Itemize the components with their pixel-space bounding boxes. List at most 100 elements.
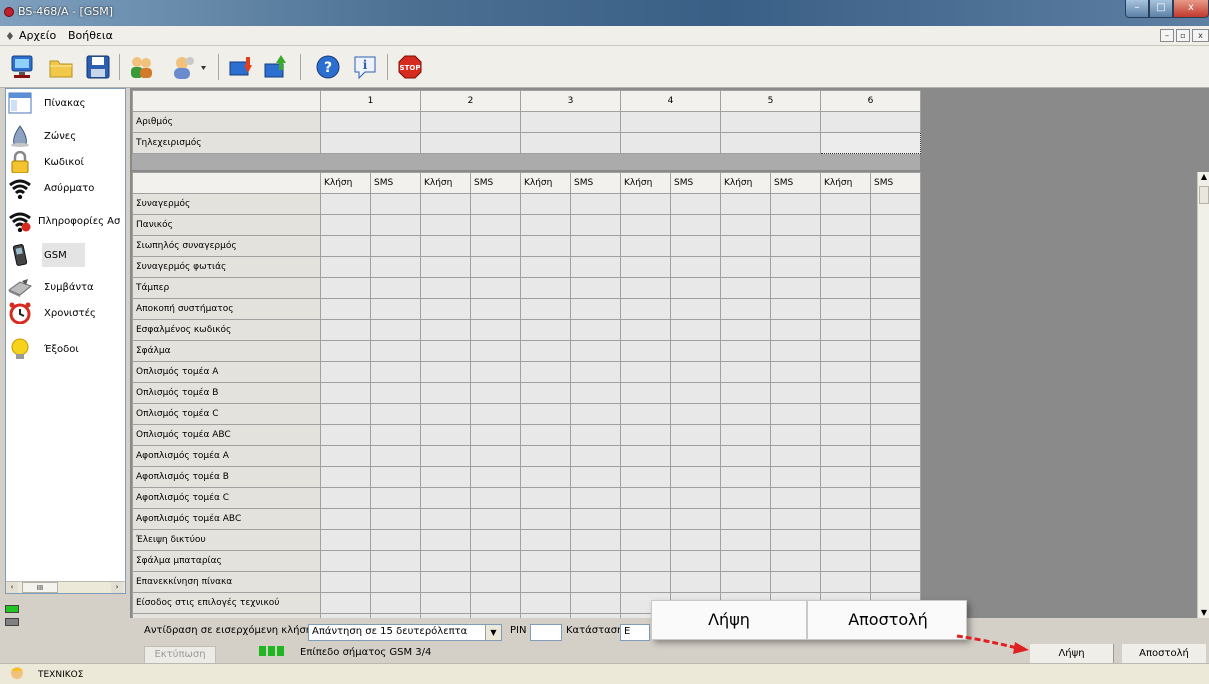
event-toggle-cell[interactable] xyxy=(520,340,571,362)
sidebar-item-wireless-info[interactable]: Πληροφορίες Ασ xyxy=(6,209,125,233)
sidebar-item-codes[interactable]: Κωδικοί xyxy=(6,150,125,174)
event-toggle-cell[interactable] xyxy=(770,487,821,509)
event-toggle-cell[interactable] xyxy=(320,592,371,614)
event-toggle-cell[interactable] xyxy=(770,298,821,320)
event-toggle-cell[interactable] xyxy=(520,319,571,341)
event-toggle-cell[interactable] xyxy=(520,550,571,572)
event-toggle-cell[interactable] xyxy=(870,508,921,530)
info-icon[interactable]: i xyxy=(351,53,379,81)
event-toggle-cell[interactable] xyxy=(320,256,371,278)
event-toggle-cell[interactable] xyxy=(570,256,621,278)
number-cell[interactable] xyxy=(320,132,421,154)
event-toggle-cell[interactable] xyxy=(770,529,821,551)
event-toggle-cell[interactable] xyxy=(870,487,921,509)
event-toggle-cell[interactable] xyxy=(370,508,421,530)
event-toggle-cell[interactable] xyxy=(470,487,521,509)
event-toggle-cell[interactable] xyxy=(720,340,771,362)
event-toggle-cell[interactable] xyxy=(820,277,871,299)
user-dropdown-icon[interactable] xyxy=(169,53,209,81)
event-toggle-cell[interactable] xyxy=(870,403,921,425)
incoming-call-select[interactable]: Απάντηση σε 15 δευτερόλεπτα ▼ xyxy=(308,624,502,641)
event-toggle-cell[interactable] xyxy=(720,424,771,446)
event-toggle-cell[interactable] xyxy=(720,466,771,488)
event-toggle-cell[interactable] xyxy=(820,550,871,572)
event-toggle-cell[interactable] xyxy=(520,445,571,467)
event-toggle-cell[interactable] xyxy=(820,361,871,383)
event-toggle-cell[interactable] xyxy=(370,193,421,215)
sidebar-item-gsm[interactable]: GSM xyxy=(6,243,125,267)
event-toggle-cell[interactable] xyxy=(620,466,671,488)
event-toggle-cell[interactable] xyxy=(320,235,371,257)
number-cell[interactable] xyxy=(520,111,621,133)
event-toggle-cell[interactable] xyxy=(520,277,571,299)
event-toggle-cell[interactable] xyxy=(470,256,521,278)
event-toggle-cell[interactable] xyxy=(420,529,471,551)
event-toggle-cell[interactable] xyxy=(370,487,421,509)
event-toggle-cell[interactable] xyxy=(570,424,621,446)
number-cell[interactable] xyxy=(420,111,521,133)
event-toggle-cell[interactable] xyxy=(520,466,571,488)
print-button[interactable]: Εκτύπωση xyxy=(144,646,216,664)
event-toggle-cell[interactable] xyxy=(470,424,521,446)
event-toggle-cell[interactable] xyxy=(370,340,421,362)
event-toggle-cell[interactable] xyxy=(620,361,671,383)
event-toggle-cell[interactable] xyxy=(570,403,621,425)
event-toggle-cell[interactable] xyxy=(820,445,871,467)
event-toggle-cell[interactable] xyxy=(420,403,471,425)
event-toggle-cell[interactable] xyxy=(820,256,871,278)
event-toggle-cell[interactable] xyxy=(420,235,471,257)
event-toggle-cell[interactable] xyxy=(370,277,421,299)
mdi-close-button[interactable]: x xyxy=(1192,29,1209,42)
event-toggle-cell[interactable] xyxy=(870,571,921,593)
event-toggle-cell[interactable] xyxy=(870,550,921,572)
event-toggle-cell[interactable] xyxy=(570,487,621,509)
mdi-restore-button[interactable]: ▫ xyxy=(1176,29,1190,42)
event-toggle-cell[interactable] xyxy=(720,277,771,299)
event-toggle-cell[interactable] xyxy=(320,445,371,467)
event-toggle-cell[interactable] xyxy=(670,235,721,257)
event-toggle-cell[interactable] xyxy=(420,445,471,467)
scroll-thumb[interactable]: III xyxy=(22,582,58,593)
event-toggle-cell[interactable] xyxy=(770,277,821,299)
event-toggle-cell[interactable] xyxy=(870,361,921,383)
event-toggle-cell[interactable] xyxy=(720,214,771,236)
event-toggle-cell[interactable] xyxy=(670,571,721,593)
event-toggle-cell[interactable] xyxy=(420,424,471,446)
event-toggle-cell[interactable] xyxy=(670,361,721,383)
event-toggle-cell[interactable] xyxy=(670,277,721,299)
event-toggle-cell[interactable] xyxy=(370,529,421,551)
event-toggle-cell[interactable] xyxy=(770,340,821,362)
event-toggle-cell[interactable] xyxy=(670,529,721,551)
minimize-button[interactable]: – xyxy=(1125,0,1149,18)
event-toggle-cell[interactable] xyxy=(320,193,371,215)
scroll-up-button[interactable]: ▲ xyxy=(1199,172,1209,182)
event-toggle-cell[interactable] xyxy=(670,382,721,404)
event-toggle-cell[interactable] xyxy=(620,235,671,257)
chevron-down-icon[interactable]: ▼ xyxy=(485,625,501,640)
event-toggle-cell[interactable] xyxy=(570,508,621,530)
event-toggle-cell[interactable] xyxy=(820,508,871,530)
event-toggle-cell[interactable] xyxy=(670,424,721,446)
event-toggle-cell[interactable] xyxy=(370,382,421,404)
download-icon[interactable] xyxy=(227,53,255,81)
event-toggle-cell[interactable] xyxy=(470,319,521,341)
event-toggle-cell[interactable] xyxy=(520,193,571,215)
event-toggle-cell[interactable] xyxy=(820,214,871,236)
event-toggle-cell[interactable] xyxy=(620,403,671,425)
event-toggle-cell[interactable] xyxy=(320,424,371,446)
help-icon[interactable]: ? xyxy=(314,53,342,81)
event-toggle-cell[interactable] xyxy=(470,550,521,572)
sidebar-item-zones[interactable]: Ζώνες xyxy=(6,124,125,148)
event-toggle-cell[interactable] xyxy=(720,529,771,551)
event-toggle-cell[interactable] xyxy=(770,214,821,236)
event-toggle-cell[interactable] xyxy=(820,424,871,446)
event-toggle-cell[interactable] xyxy=(470,298,521,320)
scroll-thumb[interactable] xyxy=(1199,186,1209,204)
event-toggle-cell[interactable] xyxy=(370,214,421,236)
event-toggle-cell[interactable] xyxy=(570,193,621,215)
event-toggle-cell[interactable] xyxy=(820,466,871,488)
event-toggle-cell[interactable] xyxy=(320,529,371,551)
event-toggle-cell[interactable] xyxy=(820,340,871,362)
event-toggle-cell[interactable] xyxy=(320,340,371,362)
event-toggle-cell[interactable] xyxy=(570,361,621,383)
